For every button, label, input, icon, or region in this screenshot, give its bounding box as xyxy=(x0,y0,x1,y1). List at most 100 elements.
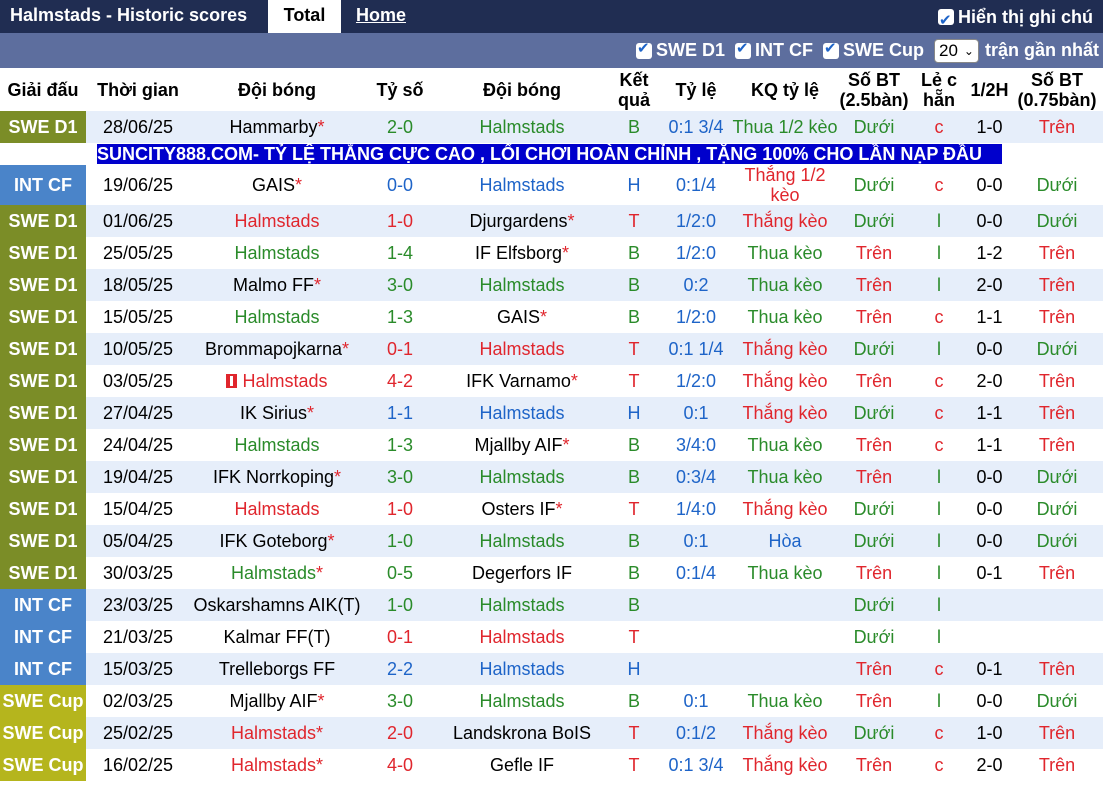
score-cell[interactable]: 3-0 xyxy=(364,461,436,493)
score-cell[interactable]: 0-1 xyxy=(364,621,436,653)
table-row[interactable]: SWE Cup 16/02/25 Halmstads* 4-0 Gefle IF T 0:1… xyxy=(0,749,1103,781)
home-team-cell[interactable]: IK Sirius* xyxy=(190,397,364,429)
away-team-cell[interactable]: Halmstads xyxy=(436,653,608,685)
table-row[interactable]: SWE D1 03/05/25 Halmstads 4-2 IFK Varnamo* T 1… xyxy=(0,365,1103,397)
filter-swe-cup[interactable]: SWE Cup xyxy=(823,39,924,61)
home-team[interactable]: Hammarby xyxy=(229,117,317,137)
away-team-cell[interactable]: Halmstads xyxy=(436,111,608,143)
table-row[interactable]: SWE D1 18/05/25 Malmo FF* 3-0 Halmstads B 0:2 T… xyxy=(0,269,1103,301)
away-team-cell[interactable]: Djurgardens* xyxy=(436,205,608,237)
league-cell[interactable]: INT CF xyxy=(0,653,86,685)
home-team[interactable]: Kalmar FF(T) xyxy=(224,627,331,647)
away-team-cell[interactable]: Mjallby AIF* xyxy=(436,429,608,461)
home-team-cell[interactable]: Halmstads xyxy=(190,237,364,269)
score-cell[interactable]: 1-4 xyxy=(364,237,436,269)
ad-cell[interactable]: SUNCITY888.COM- TỶ LỆ THẮNG CỰC CAO , LỐ… xyxy=(0,143,1103,165)
score-cell[interactable]: 3-0 xyxy=(364,269,436,301)
away-team-cell[interactable]: Gefle IF xyxy=(436,749,608,781)
score-cell[interactable]: 2-2 xyxy=(364,653,436,685)
home-team-cell[interactable]: Trelleborgs FF xyxy=(190,653,364,685)
home-team[interactable]: Halmstads xyxy=(242,371,327,391)
table-row[interactable]: SWE D1 30/03/25 Halmstads* 0-5 Degerfors IF B… xyxy=(0,557,1103,589)
away-team[interactable]: Halmstads xyxy=(479,117,564,137)
checkbox-icon[interactable] xyxy=(823,39,839,59)
league-cell[interactable]: SWE D1 xyxy=(0,557,86,589)
league-cell[interactable]: SWE D1 xyxy=(0,237,86,269)
table-row[interactable]: SWE D1 24/04/25 Halmstads 1-3 Mjallby AIF* B 3… xyxy=(0,429,1103,461)
table-row[interactable]: SWE D1 10/05/25 Brommapojkarna* 0-1 Halmstad… xyxy=(0,333,1103,365)
home-team[interactable]: Halmstads xyxy=(234,435,319,455)
league-cell[interactable]: SWE D1 xyxy=(0,205,86,237)
away-team[interactable]: Halmstads xyxy=(479,691,564,711)
tab-home[interactable]: Home xyxy=(341,0,421,33)
home-team-cell[interactable]: Malmo FF* xyxy=(190,269,364,301)
away-team-cell[interactable]: Halmstads xyxy=(436,333,608,365)
home-team-cell[interactable]: Halmstads* xyxy=(190,749,364,781)
league-cell[interactable]: SWE D1 xyxy=(0,111,86,143)
league-cell[interactable]: SWE D1 xyxy=(0,429,86,461)
score-cell[interactable]: 1-1 xyxy=(364,397,436,429)
away-team-cell[interactable]: Halmstads xyxy=(436,589,608,621)
away-team-cell[interactable]: IF Elfsborg* xyxy=(436,237,608,269)
table-row[interactable]: INT CF 23/03/25 Oskarshamns AIK(T) 1-0 Halms… xyxy=(0,589,1103,621)
away-team[interactable]: Halmstads xyxy=(479,595,564,615)
home-team-cell[interactable]: Oskarshamns AIK(T) xyxy=(190,589,364,621)
home-team[interactable]: Brommapojkarna xyxy=(205,339,342,359)
away-team-cell[interactable]: GAIS* xyxy=(436,301,608,333)
away-team-cell[interactable]: Halmstads xyxy=(436,621,608,653)
league-cell[interactable]: INT CF xyxy=(0,589,86,621)
score-cell[interactable]: 2-0 xyxy=(364,111,436,143)
score-cell[interactable]: 1-0 xyxy=(364,493,436,525)
home-team[interactable]: Oskarshamns AIK(T) xyxy=(193,595,360,615)
home-team-cell[interactable]: IFK Norrkoping* xyxy=(190,461,364,493)
table-row[interactable]: SWE D1 15/04/25 Halmstads 1-0 Osters IF* T 1/4… xyxy=(0,493,1103,525)
away-team[interactable]: Halmstads xyxy=(479,659,564,679)
home-team-cell[interactable]: Halmstads xyxy=(190,365,364,397)
away-team-cell[interactable]: Degerfors IF xyxy=(436,557,608,589)
score-cell[interactable]: 1-3 xyxy=(364,301,436,333)
home-team[interactable]: Halmstads xyxy=(231,755,316,775)
away-team[interactable]: IFK Varnamo xyxy=(466,371,571,391)
home-team-cell[interactable]: Kalmar FF(T) xyxy=(190,621,364,653)
home-team-cell[interactable]: Halmstads xyxy=(190,301,364,333)
away-team-cell[interactable]: Halmstads xyxy=(436,269,608,301)
match-count-select[interactable]: 20 ⌄ xyxy=(934,38,979,63)
ad-banner[interactable]: SUNCITY888.COM- TỶ LỆ THẮNG CỰC CAO , LỐ… xyxy=(97,144,1002,164)
home-team[interactable]: Halmstads xyxy=(234,243,319,263)
away-team[interactable]: Djurgardens xyxy=(469,211,567,231)
league-cell[interactable]: SWE D1 xyxy=(0,525,86,557)
home-team[interactable]: IFK Norrkoping xyxy=(213,467,334,487)
league-cell[interactable]: SWE Cup xyxy=(0,749,86,781)
score-cell[interactable]: 3-0 xyxy=(364,685,436,717)
away-team-cell[interactable]: IFK Varnamo* xyxy=(436,365,608,397)
score-cell[interactable]: 1-0 xyxy=(364,525,436,557)
table-row[interactable]: SWE D1 15/05/25 Halmstads 1-3 GAIS* B 1/2:0 Thu… xyxy=(0,301,1103,333)
away-team[interactable]: Degerfors IF xyxy=(472,563,572,583)
home-team[interactable]: IFK Goteborg xyxy=(219,531,327,551)
score-cell[interactable]: 1-3 xyxy=(364,429,436,461)
checkbox-icon[interactable] xyxy=(635,39,652,59)
home-team[interactable]: IK Sirius xyxy=(240,403,307,423)
away-team-cell[interactable]: Halmstads xyxy=(436,397,608,429)
table-row[interactable]: SWE D1 27/04/25 IK Sirius* 1-1 Halmstads H 0:1… xyxy=(0,397,1103,429)
score-cell[interactable]: 2-0 xyxy=(364,717,436,749)
score-cell[interactable]: 1-0 xyxy=(364,589,436,621)
home-team[interactable]: GAIS xyxy=(252,175,295,195)
home-team[interactable]: Mjallby AIF xyxy=(229,691,317,711)
home-team[interactable]: Halmstads xyxy=(234,211,319,231)
checkbox-icon[interactable] xyxy=(938,5,954,35)
home-team-cell[interactable]: Halmstads xyxy=(190,493,364,525)
away-team[interactable]: Gefle IF xyxy=(490,755,554,775)
home-team-cell[interactable]: IFK Goteborg* xyxy=(190,525,364,557)
table-row[interactable]: SWE D1 05/04/25 IFK Goteborg* 1-0 Halmstads B… xyxy=(0,525,1103,557)
table-row[interactable]: SWE D1 01/06/25 Halmstads 1-0 Djurgardens* T 1… xyxy=(0,205,1103,237)
league-cell[interactable]: SWE D1 xyxy=(0,461,86,493)
tab-total[interactable]: Total xyxy=(268,0,341,33)
table-row[interactable]: SWE D1 25/05/25 Halmstads 1-4 IF Elfsborg* B 1… xyxy=(0,237,1103,269)
score-cell[interactable]: 1-0 xyxy=(364,205,436,237)
home-team-cell[interactable]: Halmstads xyxy=(190,205,364,237)
league-cell[interactable]: SWE D1 xyxy=(0,493,86,525)
show-notes-toggle[interactable]: Hiển thị ghi chú xyxy=(938,0,1093,35)
league-cell[interactable]: SWE D1 xyxy=(0,301,86,333)
league-cell[interactable]: SWE D1 xyxy=(0,269,86,301)
